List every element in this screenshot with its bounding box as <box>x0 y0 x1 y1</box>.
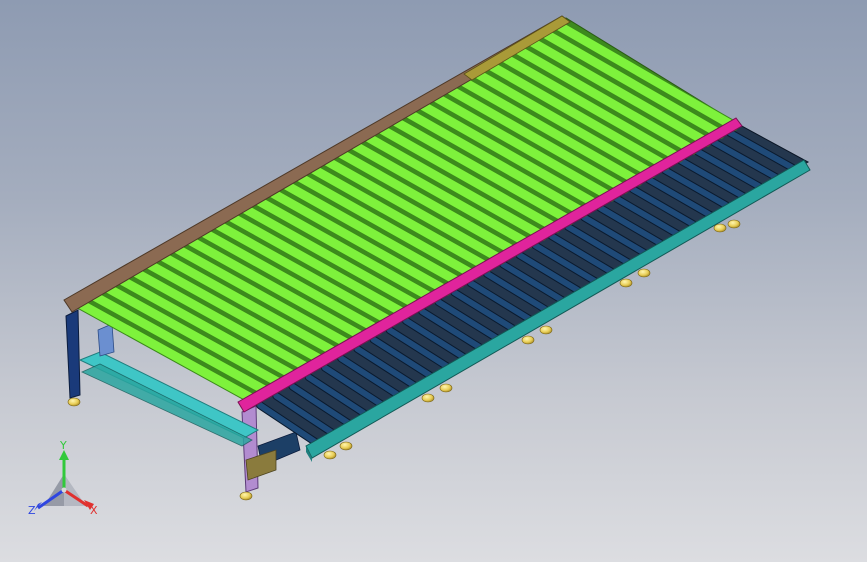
leveling-foot <box>67 397 81 407</box>
leveling-foot <box>323 450 337 460</box>
brace-left <box>97 323 115 357</box>
x-axis-label: X <box>90 504 98 517</box>
leveling-foot <box>713 223 727 233</box>
graphics-viewport[interactable]: Y X Z <box>0 0 867 562</box>
z-axis-label: Z <box>28 504 36 517</box>
view-orientation-triad[interactable]: Y X Z <box>24 440 108 522</box>
leveling-foot <box>619 278 633 288</box>
leveling-foot <box>421 393 435 403</box>
leveling-foot <box>727 219 741 229</box>
leveling-foot <box>239 491 253 501</box>
leveling-foot <box>439 383 453 393</box>
leveling-foot <box>637 268 651 278</box>
y-axis-label: Y <box>60 439 67 452</box>
leveling-foot <box>521 335 535 345</box>
leveling-foot <box>539 325 553 335</box>
leveling-foot <box>339 441 353 451</box>
leg-back-left <box>65 309 81 399</box>
conveyor-model[interactable] <box>0 0 867 562</box>
